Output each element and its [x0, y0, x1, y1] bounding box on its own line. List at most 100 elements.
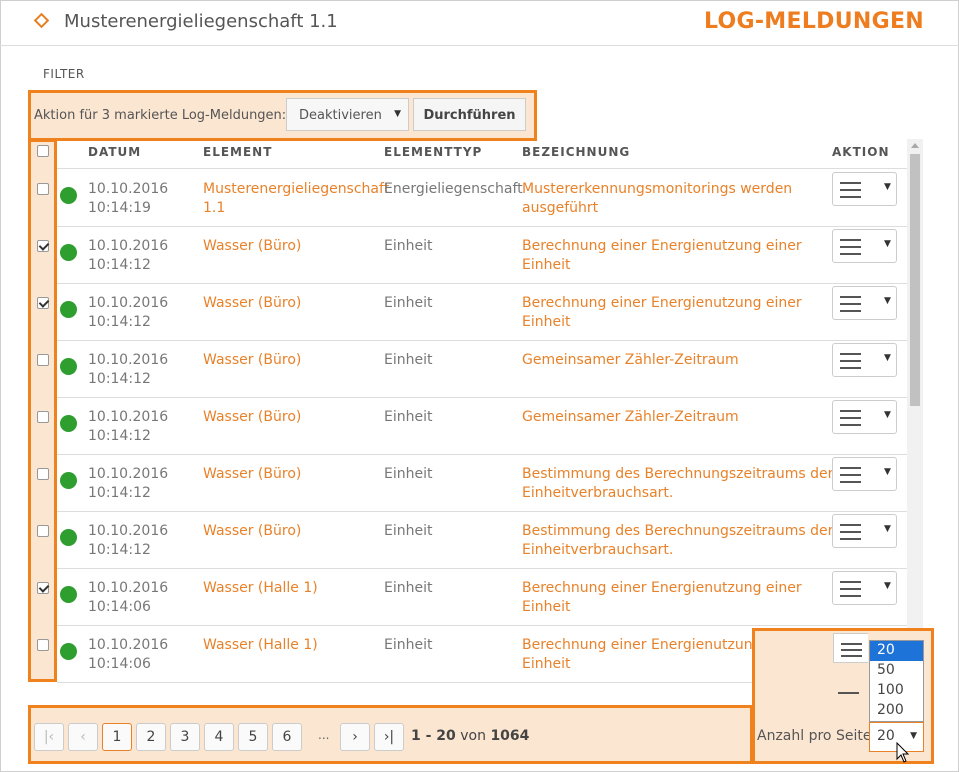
per-page-option[interactable]: 200: [870, 701, 923, 721]
row-element: Musterenergieliegenschaft: [203, 181, 390, 197]
row-divider: [57, 226, 907, 227]
status-ok-icon: [60, 415, 77, 432]
page-header: Musterenergieliegenschaft 1.1 LOG-MELDUN…: [0, 0, 959, 46]
status-ok-icon: [60, 586, 77, 603]
row-elementtyp: Einheit: [384, 523, 433, 539]
column-header-bezeichnung[interactable]: BEZEICHNUNG: [522, 145, 630, 159]
row-divider: [57, 340, 907, 341]
row-checkbox[interactable]: [37, 639, 49, 651]
column-header-elementtyp[interactable]: ELEMENTTYP: [384, 145, 482, 159]
per-page-option[interactable]: 50: [870, 661, 923, 681]
row-divider: [57, 397, 907, 398]
row-checkbox[interactable]: [37, 183, 49, 195]
next-page-button[interactable]: ›: [340, 723, 370, 751]
column-header-element[interactable]: ELEMENT: [203, 145, 272, 159]
row-bezeichnung-link[interactable]: Gemeinsamer Zähler-Zeitraum: [522, 408, 739, 427]
row-bezeichnung-link[interactable]: Gemeinsamer Zähler-Zeitraum: [522, 351, 739, 370]
page-button[interactable]: 1: [102, 723, 132, 751]
row-bezeichnung-cont: ausgeführt: [522, 200, 599, 216]
row-elementtyp: Einheit: [384, 580, 433, 596]
page-button[interactable]: 4: [204, 723, 234, 751]
status-ok-icon: [60, 301, 77, 318]
row-element-link[interactable]: Musterenergieliegenschaft 1.1: [203, 180, 389, 218]
row-time: 10:14:12: [88, 542, 151, 558]
status-ok-icon: [60, 187, 77, 204]
row-bezeichnung-link[interactable]: Berechnung einer Energienutzung einer Ein…: [522, 294, 802, 332]
row-action-menu-button[interactable]: ▼: [832, 229, 897, 263]
row-action-menu-button[interactable]: ▼: [832, 286, 897, 320]
page-heading: LOG-MELDUNGEN: [703, 9, 924, 34]
last-page-button[interactable]: ›|: [374, 723, 404, 751]
row-action-menu-button[interactable]: ▼: [832, 457, 897, 491]
row-checkbox[interactable]: [37, 525, 49, 537]
caret-down-icon: ▼: [884, 467, 891, 477]
select-all-checkbox[interactable]: [37, 145, 49, 157]
page-button[interactable]: 5: [238, 723, 268, 751]
row-time: 10:14:06: [88, 599, 151, 615]
row-element-cont: 1.1: [203, 200, 226, 216]
row-bezeichnung: Gemeinsamer Zähler-Zeitraum: [522, 352, 739, 368]
row-divider: [57, 454, 907, 455]
mouse-cursor-icon: [896, 742, 910, 763]
table-scrollbar[interactable]: [907, 139, 923, 682]
per-page-option[interactable]: 20: [870, 641, 923, 661]
hamburger-icon: [840, 182, 861, 203]
row-bezeichnung-link[interactable]: Bestimmung des Berechnungszeitraums der E…: [522, 522, 833, 560]
row-element-link[interactable]: Wasser (Büro): [203, 294, 301, 313]
action-menu-button[interactable]: [833, 633, 868, 663]
row-date: 10.10.2016: [88, 409, 169, 425]
first-page-button[interactable]: |‹: [34, 723, 64, 751]
row-divider: [57, 283, 907, 284]
per-page-dropdown[interactable]: 20 50 100 200: [869, 640, 924, 722]
row-bezeichnung-link[interactable]: Berechnung einer Energienutzung einer Ein…: [522, 579, 802, 617]
row-checkbox[interactable]: [37, 297, 49, 309]
row-action-menu-button[interactable]: ▼: [832, 172, 897, 206]
row-element-link[interactable]: Wasser (Büro): [203, 237, 301, 256]
row-action-menu-button[interactable]: ▼: [832, 514, 897, 548]
action-menu-button-partial[interactable]: [838, 692, 859, 694]
filter-toggle[interactable]: FILTER: [43, 67, 85, 81]
row-checkbox[interactable]: [37, 354, 49, 366]
row-bezeichnung-link[interactable]: Berechnung einer Energienutzung einer Ein…: [522, 237, 802, 275]
page-button[interactable]: 6: [272, 723, 302, 751]
row-element-link[interactable]: Wasser (Büro): [203, 522, 301, 541]
scrollbar-thumb[interactable]: [910, 154, 920, 406]
row-date: 10.10.2016: [88, 181, 169, 197]
row-date: 10.10.2016: [88, 637, 169, 653]
row-action-menu-button[interactable]: ▼: [832, 571, 897, 605]
status-ok-icon: [60, 643, 77, 660]
row-element-link[interactable]: Wasser (Halle 1): [203, 636, 318, 655]
caret-down-icon: ▼: [884, 182, 891, 192]
row-action-menu-button[interactable]: ▼: [832, 343, 897, 377]
caret-down-icon: ▼: [884, 239, 891, 249]
row-datetime: 10.10.2016 10:14:12: [88, 294, 168, 332]
row-checkbox[interactable]: [37, 582, 49, 594]
page-button[interactable]: 3: [170, 723, 200, 751]
row-bezeichnung: Bestimmung des Berechnungszeitraums der: [522, 523, 834, 539]
row-element-link[interactable]: Wasser (Büro): [203, 465, 301, 484]
run-action-button[interactable]: Durchführen: [413, 98, 526, 131]
previous-page-button[interactable]: ‹: [68, 723, 98, 751]
row-element-link[interactable]: Wasser (Büro): [203, 408, 301, 427]
row-action-menu-button[interactable]: ▼: [832, 400, 897, 434]
row-checkbox[interactable]: [37, 240, 49, 252]
scroll-up-arrow-icon[interactable]: [911, 143, 919, 148]
row-element-link[interactable]: Wasser (Büro): [203, 351, 301, 370]
caret-down-icon: ▼: [884, 296, 891, 306]
column-header-datum[interactable]: DATUM: [88, 145, 141, 159]
row-date: 10.10.2016: [88, 238, 169, 254]
row-checkbox[interactable]: [37, 411, 49, 423]
row-bezeichnung-link[interactable]: Mustererkennungsmonitorings werden ausgef…: [522, 180, 792, 218]
page-button[interactable]: 2: [136, 723, 166, 751]
per-page-option[interactable]: 100: [870, 681, 923, 701]
row-element-link[interactable]: Wasser (Halle 1): [203, 579, 318, 598]
row-time: 10:14:12: [88, 257, 151, 273]
pagination-ellipsis: ...: [318, 728, 330, 742]
row-bezeichnung: Gemeinsamer Zähler-Zeitraum: [522, 409, 739, 425]
row-bezeichnung-link[interactable]: Bestimmung des Berechnungszeitraums der E…: [522, 465, 833, 503]
row-bezeichnung-cont: Einheit: [522, 599, 571, 615]
row-bezeichnung: Berechnung einer Energienutzung einer: [522, 295, 802, 311]
bulk-action-select[interactable]: Deaktivieren ▼: [286, 98, 409, 131]
row-checkbox[interactable]: [37, 468, 49, 480]
row-time: 10:14:12: [88, 371, 151, 387]
